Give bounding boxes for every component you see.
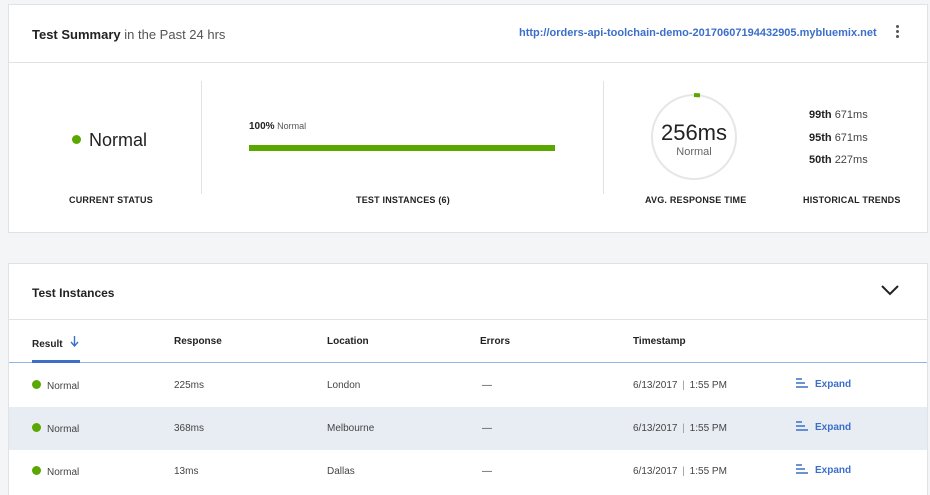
divider — [603, 81, 604, 194]
response-cell: 368ms — [174, 423, 205, 434]
sort-indicator — [32, 360, 80, 363]
table-header: Result Response Location Errors Timestam… — [9, 320, 927, 363]
chevron-down-icon[interactable] — [881, 284, 899, 296]
table-row: Normal 225ms London — 6/13/2017 | 1:55 P… — [9, 364, 927, 407]
result-cell: Normal — [32, 380, 79, 392]
trend-value: 227ms — [834, 154, 868, 166]
result-value: Normal — [47, 381, 80, 392]
instances-percent-value: 100% — [249, 121, 275, 132]
instances-percent: 100% Normal — [249, 121, 306, 132]
result-value: Normal — [47, 424, 80, 435]
status-dot-icon — [32, 380, 41, 389]
timestamp-date: 6/13/2017 — [633, 423, 678, 434]
timestamp-time: 1:55 PM — [689, 380, 727, 391]
column-header-errors[interactable]: Errors — [480, 336, 510, 347]
trend-value: 671ms — [834, 109, 868, 121]
timestamp-date: 6/13/2017 — [633, 466, 678, 477]
instances-progress-bar — [249, 145, 555, 151]
avg-response-value: 256ms — [660, 120, 728, 145]
location-cell: London — [327, 380, 361, 391]
avg-response-state: Normal — [676, 146, 712, 158]
instances-title: Test Instances — [32, 286, 115, 300]
summary-subtitle: in the Past 24 hrs — [124, 27, 226, 42]
result-cell: Normal — [32, 423, 79, 435]
sort-descending-icon[interactable] — [70, 336, 79, 347]
status-dot-icon — [32, 466, 41, 475]
current-status-label: CURRENT STATUS — [69, 195, 153, 205]
expand-label: Expand — [815, 465, 852, 476]
instances-percent-state: Normal — [277, 121, 307, 131]
app-url-link[interactable]: http://orders-api-toolchain-demo-2017060… — [519, 27, 877, 39]
column-header-result[interactable]: Result — [32, 336, 79, 350]
response-cell: 225ms — [174, 380, 205, 391]
expand-label: Expand — [815, 422, 852, 433]
result-value: Normal — [47, 467, 80, 478]
summary-header: Test Summary in the Past 24 hrs http://o… — [9, 5, 927, 63]
expand-button[interactable]: Expand — [796, 378, 851, 390]
errors-cell: — — [482, 423, 492, 434]
expand-label: Expand — [815, 379, 852, 390]
summary-title: Test Summary in the Past 24 hrs — [32, 27, 225, 42]
historical-trends-label: HISTORICAL TRENDS — [803, 195, 901, 205]
trend-value: 671ms — [834, 132, 868, 144]
current-status-value: Normal — [89, 130, 148, 150]
status-dot-icon — [32, 423, 41, 432]
divider — [201, 81, 202, 194]
trend-percentile: 95th — [809, 132, 832, 144]
location-cell: Dallas — [327, 466, 355, 477]
column-header-label: Result — [32, 339, 63, 350]
expand-button[interactable]: Expand — [796, 421, 851, 433]
timestamp-date: 6/13/2017 — [633, 380, 678, 391]
test-instances-card: Test Instances Result Response Location … — [8, 263, 928, 495]
overflow-menu-icon[interactable] — [891, 25, 903, 41]
column-header-response[interactable]: Response — [174, 336, 222, 347]
list-icon — [796, 464, 808, 474]
trend-99th: 99th 671ms — [809, 109, 868, 121]
test-instances-label: TEST INSTANCES (6) — [356, 195, 450, 205]
response-cell: 13ms — [174, 466, 199, 477]
table-row: Normal 13ms Dallas — 6/13/2017 | 1:55 PM… — [9, 450, 927, 493]
timestamp-cell: 6/13/2017 | 1:55 PM — [633, 466, 727, 477]
errors-cell: — — [482, 380, 492, 391]
status-dot-icon — [72, 135, 81, 144]
list-icon — [796, 421, 808, 431]
timestamp-cell: 6/13/2017 | 1:55 PM — [633, 380, 727, 391]
errors-cell: — — [482, 466, 492, 477]
current-status: Normal — [72, 130, 147, 151]
location-cell: Melbourne — [327, 423, 375, 434]
list-icon — [796, 378, 808, 388]
trend-percentile: 99th — [809, 109, 832, 121]
timestamp-cell: 6/13/2017 | 1:55 PM — [633, 423, 727, 434]
column-header-location[interactable]: Location — [327, 336, 369, 347]
result-cell: Normal — [32, 466, 79, 478]
test-summary-card: Test Summary in the Past 24 hrs http://o… — [8, 4, 928, 233]
timestamp-time: 1:55 PM — [689, 466, 727, 477]
trend-95th: 95th 671ms — [809, 132, 868, 144]
instances-progress-fill — [249, 145, 555, 151]
summary-title-text: Test Summary — [32, 27, 121, 42]
instances-header: Test Instances — [9, 264, 927, 320]
table-row: Normal 368ms Melbourne — 6/13/2017 | 1:5… — [9, 407, 927, 450]
trend-percentile: 50th — [809, 154, 832, 166]
column-header-timestamp[interactable]: Timestamp — [633, 336, 686, 347]
expand-button[interactable]: Expand — [796, 464, 851, 476]
timestamp-time: 1:55 PM — [689, 423, 727, 434]
trend-50th: 50th 227ms — [809, 154, 868, 166]
avg-response-label: AVG. RESPONSE TIME — [645, 195, 747, 205]
